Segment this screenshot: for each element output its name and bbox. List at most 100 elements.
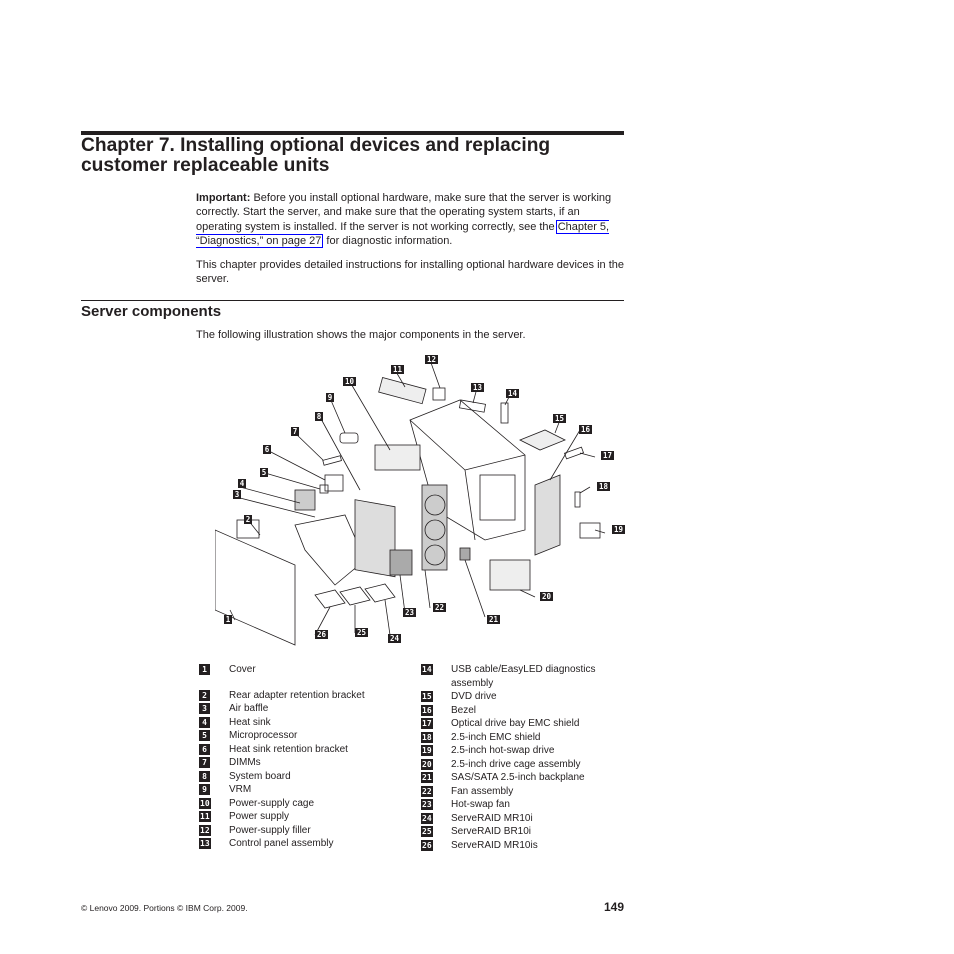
legend-number-cell: 23 xyxy=(421,798,451,812)
legend-item: 18 2.5-inch EMC shield xyxy=(421,731,621,745)
callout-number-badge: 9 xyxy=(199,784,210,795)
legend-number-cell: 4 xyxy=(199,716,229,730)
callout-number: 6 xyxy=(265,445,270,454)
callout-number-badge: 21 xyxy=(421,772,433,783)
callout-badge: 25 xyxy=(355,628,368,637)
callout-number-badge: 13 xyxy=(199,838,211,849)
legend-label: Cover xyxy=(229,664,256,675)
callout-badge: 19 xyxy=(612,525,625,534)
legend-number-cell: 8 xyxy=(199,770,229,784)
legend-number-cell: 18 xyxy=(421,731,451,745)
callout-number: 18 xyxy=(599,482,609,491)
callout-badge: 15 xyxy=(553,414,566,423)
callout-number: 21 xyxy=(489,615,499,624)
legend-label: Control panel assembly xyxy=(229,838,334,849)
dimm-part xyxy=(322,455,342,466)
legend-number-cell: 14 xyxy=(421,663,451,690)
callout-number-badge: 17 xyxy=(421,718,433,729)
chapter-intro: This chapter provides detailed instructi… xyxy=(196,259,625,286)
legend-item: 14 USB cable/EasyLED diagnostics assembly xyxy=(421,663,621,690)
callout-badge: 9 xyxy=(326,393,334,402)
legend-number-cell: 26 xyxy=(421,839,451,853)
legend-number-cell: 11 xyxy=(199,810,229,824)
legend-number-cell: 20 xyxy=(421,758,451,772)
section-title: Server components xyxy=(81,303,222,320)
important-label: Important: xyxy=(196,192,251,204)
important-note: Important: Before you install optional h… xyxy=(196,191,628,248)
legend-item: 10 Power-supply cage xyxy=(199,797,409,811)
callout-badge: 4 xyxy=(238,479,246,488)
legend-item: 1 Cover xyxy=(199,663,409,677)
legend-item: 6 Heat sink retention bracket xyxy=(199,743,409,757)
callout-number: 15 xyxy=(555,414,564,423)
microprocessor-part xyxy=(319,484,329,494)
callout-number: 1 xyxy=(226,615,231,624)
section-rule xyxy=(81,300,624,301)
legend-number-cell: 3 xyxy=(199,702,229,716)
legend-number-cell: 21 xyxy=(421,771,451,785)
callout-badge: 7 xyxy=(291,427,299,436)
page-number: 149 xyxy=(603,900,624,914)
legend-number-cell: 16 xyxy=(421,704,451,718)
callout-number: 12 xyxy=(427,355,436,364)
legend-number-cell: 24 xyxy=(421,812,451,826)
section-intro: The following illustration shows the maj… xyxy=(196,329,526,341)
callout-number: 19 xyxy=(614,525,624,534)
legend-label: DVD drive xyxy=(451,691,497,702)
legend-label: Optical drive bay EMC shield xyxy=(451,718,580,729)
callout-number-badge: 11 xyxy=(199,811,211,822)
legend-label: Microprocessor xyxy=(229,730,298,741)
legend-item: 16 Bezel xyxy=(421,704,621,718)
callout-badge: 16 xyxy=(579,425,592,434)
legend-number-cell: 10 xyxy=(199,797,229,811)
callout-badge: 2 xyxy=(244,515,252,524)
callout-badge: 17 xyxy=(601,451,614,460)
legend-item: 5 Microprocessor xyxy=(199,729,409,743)
callout-number-badge: 5 xyxy=(199,730,210,741)
legend-number-cell: 25 xyxy=(421,825,451,839)
legend-item: 4 Heat sink xyxy=(199,716,409,730)
callout-number-badge: 16 xyxy=(421,704,433,716)
legend-number-cell: 5 xyxy=(199,729,229,743)
cover-part xyxy=(215,529,296,646)
legend-item: 11 Power supply xyxy=(199,810,409,824)
hot-swap-fan-part xyxy=(389,549,413,576)
callout-badge: 11 xyxy=(391,365,404,374)
callout-number-badge: 15 xyxy=(421,691,433,702)
callout-number: 7 xyxy=(293,427,298,436)
important-text: Before you install optional hardware, ma… xyxy=(196,192,612,233)
callout-number: 10 xyxy=(345,377,355,386)
legend-item: 15 DVD drive xyxy=(421,690,621,704)
legend-number-cell: 2 xyxy=(199,689,229,703)
backplane-part xyxy=(459,547,471,561)
callout-number-badge: 8 xyxy=(199,770,210,782)
legend-item: 3 Air baffle xyxy=(199,702,409,716)
callout-number-badge: 12 xyxy=(199,824,211,836)
legend-label: Air baffle xyxy=(229,703,269,714)
psu-cage-part xyxy=(374,444,421,471)
callout-number-badge: 22 xyxy=(421,785,433,797)
vrm-part xyxy=(339,432,359,444)
legend-number-cell: 13 xyxy=(199,837,229,851)
callout-number: 4 xyxy=(240,479,245,488)
legend-item: 13 Control panel assembly xyxy=(199,837,409,851)
legend-left-column: 1 Cover 2 Rear adapter retention bracket 3 Ai… xyxy=(199,663,409,851)
legend-item: 20 2.5-inch drive cage assembly xyxy=(421,758,621,772)
psu-filler-part xyxy=(432,387,446,401)
callout-number: 25 xyxy=(357,628,366,637)
legend-number-cell: 12 xyxy=(199,824,229,838)
callout-badge: 14 xyxy=(506,389,519,398)
bezel-part xyxy=(534,474,561,556)
callout-badge: 8 xyxy=(315,412,323,421)
legend-label: Power supply xyxy=(229,811,290,822)
server-components-illustration: 1234567891011121314151617181920212223242… xyxy=(215,355,625,646)
legend-number-cell: 6 xyxy=(199,743,229,757)
drive-cage-part xyxy=(489,559,531,591)
callout-badge: 5 xyxy=(260,468,268,477)
legend-label: ServeRAID MR10i xyxy=(451,812,533,824)
legend-item: 9 VRM xyxy=(199,783,409,797)
legend-item: 2 Rear adapter retention bracket xyxy=(199,689,409,703)
legend-label: SAS/SATA 2.5-inch backplane xyxy=(451,772,585,783)
legend-item: 7 DIMMs xyxy=(199,756,409,770)
legend-label: Bezel xyxy=(451,704,477,716)
